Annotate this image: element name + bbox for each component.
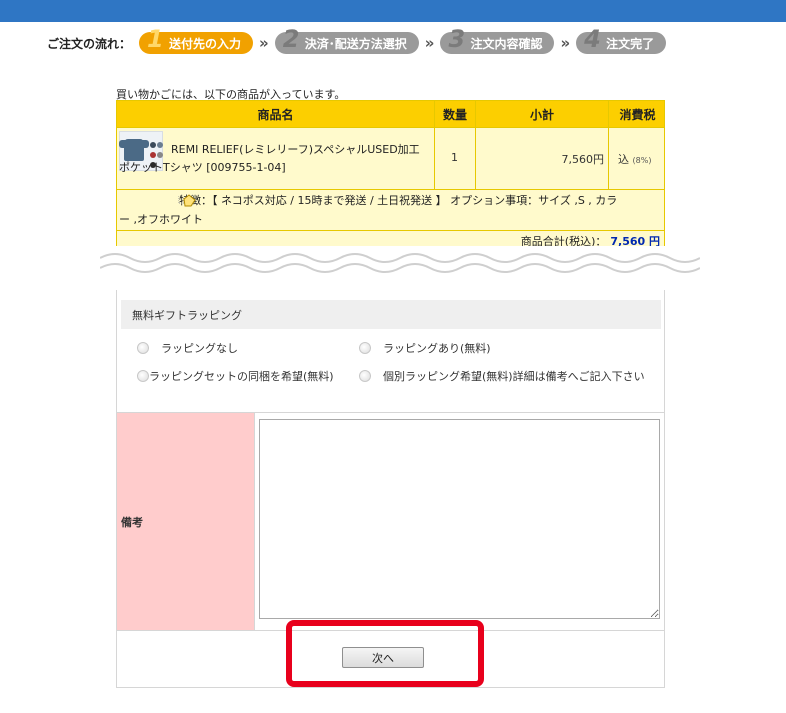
column-header-subtotal: 小計 [476, 101, 608, 127]
gift-option-label: ラッピングあり(無料) [383, 342, 491, 355]
gift-option-label: ラッピングセットの同梱を希望(無料) [149, 370, 334, 383]
tax-label: 込 [618, 153, 629, 166]
step-2-payment: 2 決済･配送方法選択 [274, 25, 419, 54]
item-tax: 込 (8%) [618, 151, 651, 167]
gift-option-with-wrapping[interactable]: ラッピングあり(無料) [359, 340, 639, 358]
gift-option-label: 個別ラッピング希望(無料)詳細は備考へご記入下さい [383, 370, 645, 383]
step-number: 3 [448, 25, 466, 53]
top-bar [0, 0, 786, 22]
product-name-line1: REMI RELIEF(レミレリーフ)スペシャルUSED加工 [171, 143, 420, 156]
gift-option-set-bundle[interactable]: ラッピングセットの同梱を希望(無料) [125, 368, 339, 386]
step-label: 決済･配送方法選択 [304, 36, 407, 51]
step-number: 1 [147, 25, 164, 53]
order-flow: ご注文の流れ： 1 送付先の入力 » 2 決済･配送方法選択 » 3 注文内容確… [47, 25, 667, 58]
column-divider [434, 101, 435, 189]
step-label: 注文内容確認 [470, 36, 543, 51]
column-divider [475, 101, 476, 189]
step-chevron-icon: » [259, 34, 269, 52]
row-divider [117, 230, 664, 231]
torn-edge-divider [100, 246, 700, 273]
row-divider [117, 127, 664, 128]
radio-button[interactable] [137, 370, 149, 382]
gift-option-label: ラッピングなし [161, 342, 238, 355]
order-flow-label: ご注文の流れ： [47, 36, 132, 51]
cart-table: 商品名 数量 小計 消費税 REMI RELIEF(レミレリーフ)スペシャルUS… [116, 100, 665, 252]
column-header-quantity: 数量 [435, 101, 475, 127]
item-quantity: 1 [451, 151, 458, 164]
next-button[interactable]: 次へ [342, 647, 424, 668]
item-options-line1: 特徴：【 ネコポス対応 / 15時まで発送 / 土日祝発送 】 オプション事項：… [179, 194, 618, 207]
item-subtotal: 7,560円 [561, 153, 605, 166]
step-1-shipping: 1 送付先の入力 [139, 25, 254, 54]
gift-option-individual[interactable]: 個別ラッピング希望(無料)詳細は備考へご記入下さい [347, 368, 647, 386]
remarks-textarea[interactable] [259, 419, 660, 619]
step-number: 4 [584, 25, 601, 53]
product-name[interactable]: REMI RELIEF(レミレリーフ)スペシャルUSED加工 ポケットTシャツ … [119, 141, 431, 177]
tax-rate: (8%) [632, 156, 652, 165]
gift-wrapping-heading: 無料ギフトラッピング [121, 300, 661, 329]
column-header-tax: 消費税 [609, 101, 664, 127]
order-form: 無料ギフトラッピング ラッピングなし ラッピングあり(無料) ラッピングセットの… [116, 290, 665, 688]
step-chevron-icon: » [560, 34, 571, 52]
item-options: 特徴：【 ネコポス対応 / 15時まで発送 / 土日祝発送 】 オプション事項：… [119, 191, 664, 229]
remarks-cell [255, 413, 664, 630]
step-3-confirm: 3 注文内容確認 [440, 25, 555, 54]
column-divider [608, 101, 609, 189]
column-header-product: 商品名 [117, 101, 434, 127]
item-options-line2: ー ,オフホワイト [119, 213, 203, 226]
gift-option-none[interactable]: ラッピングなし [137, 340, 337, 358]
step-number: 2 [282, 25, 300, 53]
radio-button[interactable] [137, 342, 149, 354]
remarks-label: 備考 [117, 413, 255, 630]
row-divider [117, 189, 664, 190]
step-4-complete: 4 注文完了 [576, 25, 667, 54]
radio-button[interactable] [359, 370, 371, 382]
step-label: 注文完了 [606, 36, 655, 51]
section-divider [117, 630, 664, 631]
radio-button[interactable] [359, 342, 371, 354]
pointing-hand-icon [178, 194, 196, 207]
step-label: 送付先の入力 [169, 36, 242, 51]
step-chevron-icon: » [424, 34, 435, 52]
product-name-line2: ポケットTシャツ [009755-1-04] [119, 161, 286, 174]
